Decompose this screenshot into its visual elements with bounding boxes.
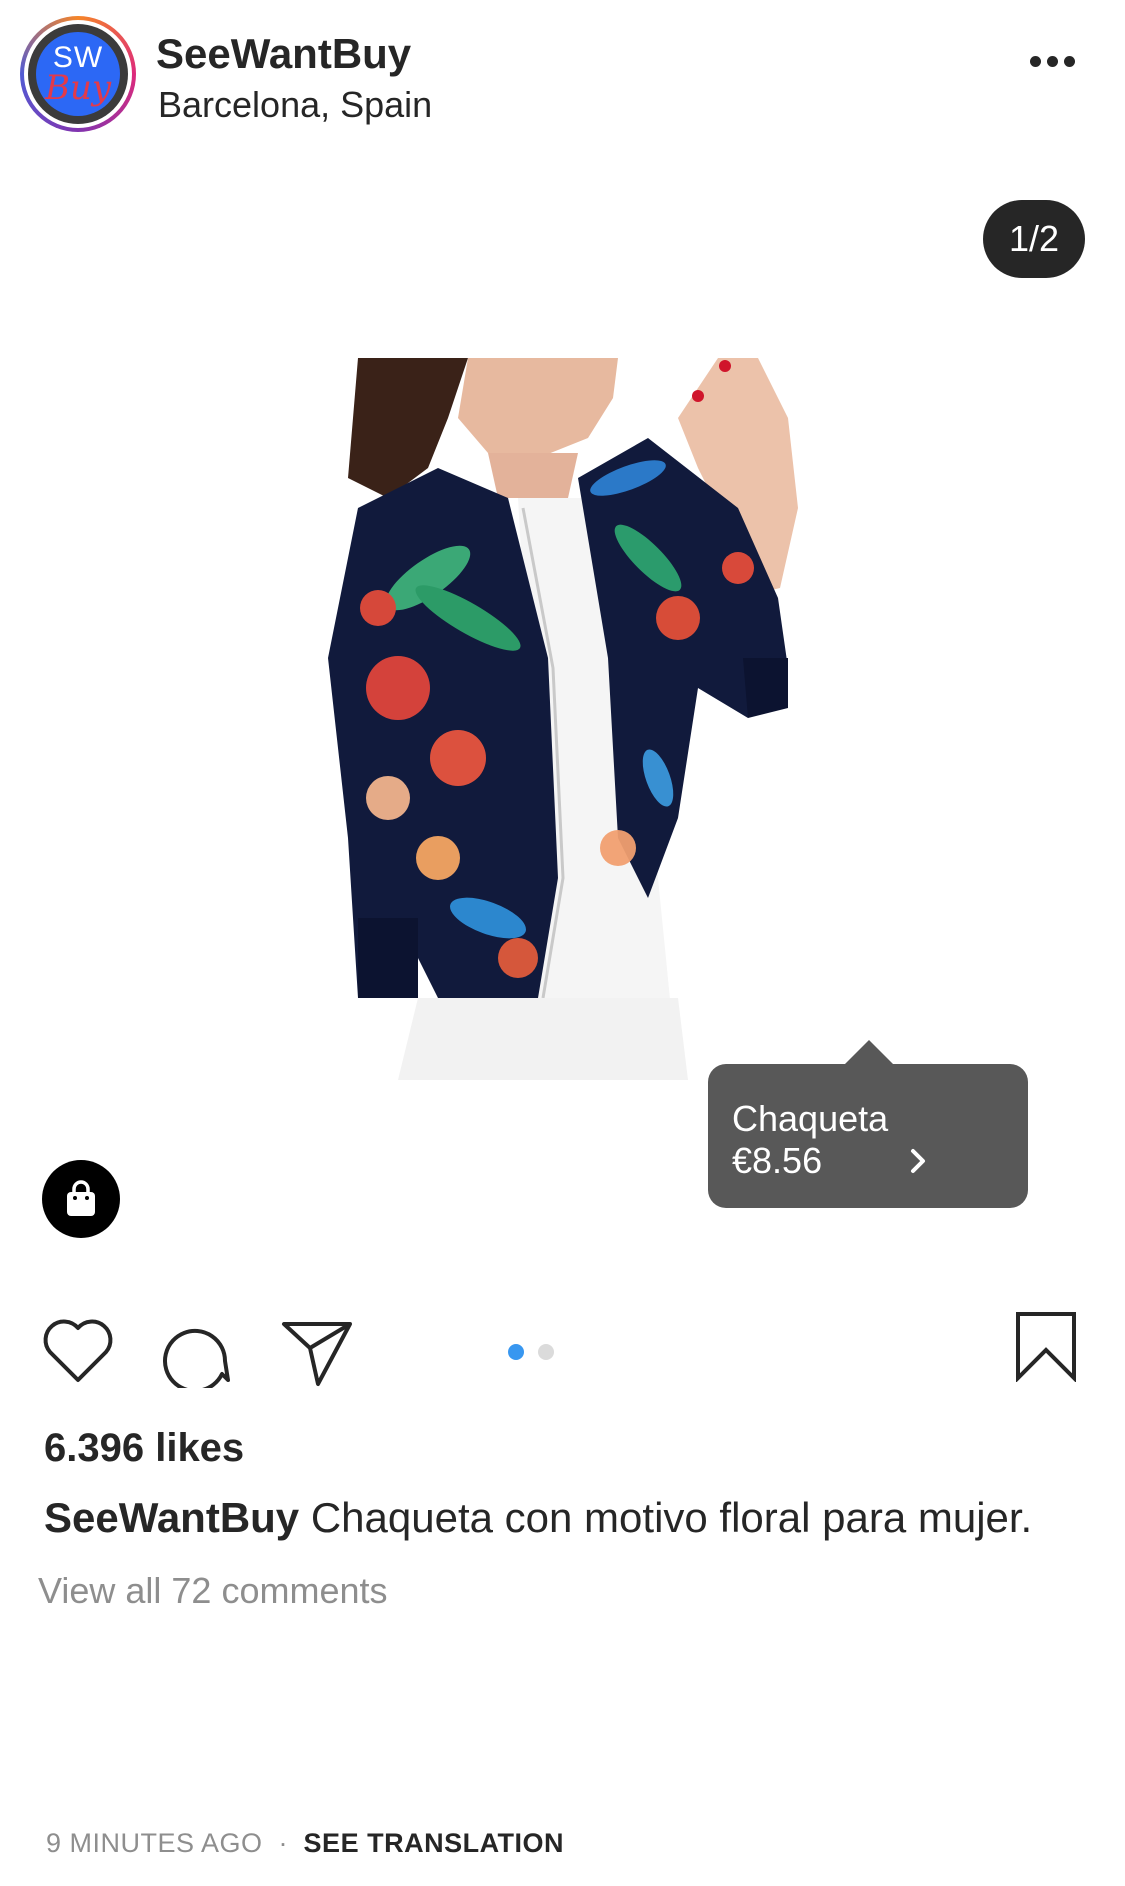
post-caption: SeeWantBuy Chaqueta con motivo floral pa… <box>44 1494 1032 1542</box>
comment-bubble-icon[interactable] <box>162 1318 232 1393</box>
avatar[interactable]: SW Buy <box>20 16 136 132</box>
post-timestamp: 9 MINUTES AGO <box>46 1828 263 1858</box>
view-all-comments-link[interactable]: View all 72 comments <box>38 1570 388 1612</box>
dot <box>1030 56 1041 67</box>
avatar-border: SW Buy <box>24 20 132 128</box>
floral-jacket-illustration <box>318 358 824 1080</box>
post-username[interactable]: SeeWantBuy <box>156 30 411 78</box>
chevron-right-icon <box>908 1146 930 1181</box>
slide-counter: 1/2 <box>983 200 1085 278</box>
footer-separator: · <box>278 1828 288 1858</box>
shopping-bag-glyph <box>67 1180 95 1216</box>
caption-author[interactable]: SeeWantBuy <box>44 1494 299 1541</box>
brand-logo: SW Buy <box>28 24 128 124</box>
more-options-icon[interactable] <box>1030 56 1090 76</box>
dot <box>1064 56 1075 67</box>
carousel-dot-active <box>508 1344 524 1360</box>
brand-logo-core: SW Buy <box>36 32 120 116</box>
logo-text-bottom: Buy <box>44 68 112 108</box>
post-footer: 9 MINUTES AGO · SEE TRANSLATION <box>46 1828 564 1859</box>
heart-icon[interactable] <box>42 1318 114 1389</box>
caption-text: Chaqueta con motivo floral para mujer. <box>310 1494 1033 1541</box>
shopping-bag-icon[interactable] <box>42 1160 120 1238</box>
product-tag-name: Chaqueta <box>732 1098 889 1139</box>
carousel-dot <box>538 1344 554 1360</box>
see-translation-link[interactable]: SEE TRANSLATION <box>304 1828 565 1859</box>
tag-tooltip-caret <box>845 1040 893 1064</box>
send-plane-icon[interactable] <box>280 1318 354 1393</box>
post-location[interactable]: Barcelona, Spain <box>158 84 432 126</box>
product-photo[interactable] <box>318 358 824 1080</box>
product-tag[interactable]: Chaqueta €8.56 <box>708 1064 1028 1208</box>
dot <box>1047 56 1058 67</box>
bookmark-icon[interactable] <box>1014 1310 1078 1387</box>
product-tag-price: €8.56 <box>732 1140 823 1181</box>
carousel-dots <box>508 1344 554 1360</box>
likes-count[interactable]: 6.396 likes <box>44 1426 244 1471</box>
